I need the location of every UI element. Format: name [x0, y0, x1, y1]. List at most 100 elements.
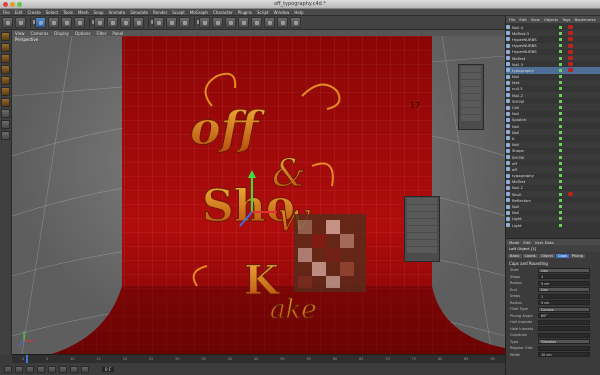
visible-check-icon[interactable] — [559, 149, 562, 153]
viewport-menu-panel[interactable]: Panel — [112, 31, 123, 36]
next-frame-icon[interactable] — [48, 365, 56, 373]
material-tag-icon[interactable] — [568, 43, 573, 48]
palette-item[interactable] — [407, 198, 437, 204]
live-selection-icon[interactable] — [35, 17, 46, 28]
visible-check-icon[interactable] — [559, 143, 562, 147]
viewport-menu-cameras[interactable]: Cameras — [31, 31, 49, 36]
menu-snap[interactable]: Snap — [93, 10, 103, 15]
workplane-icon[interactable] — [1, 120, 10, 129]
property-field[interactable]: 60° — [538, 313, 590, 319]
tab-object[interactable]: Object — [539, 253, 555, 258]
palette-item[interactable] — [461, 80, 481, 86]
visible-check-icon[interactable] — [559, 180, 562, 184]
material-tag-icon[interactable] — [568, 62, 573, 67]
visible-check-icon[interactable] — [559, 217, 562, 221]
menu-plugins[interactable]: Plugins — [238, 10, 252, 15]
camera-icon[interactable] — [277, 17, 288, 28]
menu-tools[interactable]: Tools — [63, 10, 73, 15]
cube-icon[interactable] — [199, 17, 210, 28]
play-icon[interactable] — [37, 365, 45, 373]
light-icon[interactable] — [290, 17, 301, 28]
palette-item[interactable] — [407, 233, 437, 239]
undo-icon[interactable] — [2, 17, 13, 28]
property-checkbox[interactable] — [538, 345, 590, 351]
visible-check-icon[interactable] — [559, 155, 562, 159]
visible-check-icon[interactable] — [559, 68, 562, 72]
om-menu-objects[interactable]: Objects — [544, 17, 558, 22]
property-field[interactable]: 5 cm — [538, 300, 590, 306]
visible-check-icon[interactable] — [559, 161, 562, 165]
menu-edit[interactable]: Edit — [15, 10, 23, 15]
previous-frame-icon[interactable] — [26, 365, 34, 373]
visible-check-icon[interactable] — [559, 192, 562, 196]
property-checkbox[interactable] — [538, 326, 590, 332]
y-axis-icon[interactable] — [107, 17, 118, 28]
menu-simulate[interactable]: Simulate — [130, 10, 148, 15]
points-mode-icon[interactable] — [1, 76, 10, 85]
render-settings-icon[interactable] — [179, 17, 190, 28]
property-field[interactable]: 1 — [538, 274, 590, 280]
next-keyframe-icon[interactable] — [59, 365, 67, 373]
visible-check-icon[interactable] — [559, 25, 562, 29]
palette-item[interactable] — [407, 219, 437, 225]
visible-check-icon[interactable] — [559, 124, 562, 128]
edges-mode-icon[interactable] — [1, 87, 10, 96]
attr-menu-edit[interactable]: Edit — [523, 240, 530, 245]
model-mode-icon[interactable] — [1, 43, 10, 52]
visible-check-icon[interactable] — [559, 112, 562, 116]
om-menu-tags[interactable]: Tags — [562, 17, 570, 22]
current-frame-field[interactable]: 0 F — [102, 366, 115, 372]
palette-item[interactable] — [461, 73, 481, 79]
visible-check-icon[interactable] — [559, 198, 562, 202]
attr-menu-user-data[interactable]: User Data — [535, 240, 554, 245]
visible-check-icon[interactable] — [559, 75, 562, 79]
property-dropdown[interactable]: Cap — [538, 267, 590, 273]
property-field[interactable]: 1 — [538, 293, 590, 299]
menu-mesh[interactable]: Mesh — [78, 10, 89, 15]
visible-check-icon[interactable] — [559, 186, 562, 190]
record-icon[interactable] — [81, 365, 89, 373]
tab-basic[interactable]: Basic — [508, 253, 522, 258]
property-checkbox[interactable] — [538, 332, 590, 338]
rotate-icon[interactable] — [74, 17, 85, 28]
render-view-icon[interactable] — [153, 17, 164, 28]
visible-check-icon[interactable] — [559, 106, 562, 110]
palette-item[interactable] — [461, 87, 481, 93]
pen-icon[interactable] — [212, 17, 223, 28]
om-menu-bookmarks[interactable]: Bookmarks — [575, 17, 596, 22]
menu-create[interactable]: Create — [27, 10, 40, 15]
property-dropdown[interactable]: Convex — [538, 306, 590, 312]
visible-check-icon[interactable] — [559, 87, 562, 91]
tab-phong[interactable]: Phong — [569, 253, 586, 258]
palette-item[interactable] — [461, 101, 481, 107]
visible-check-icon[interactable] — [559, 167, 562, 171]
move-icon[interactable] — [48, 17, 59, 28]
material-tag-icon[interactable] — [568, 49, 573, 54]
texture-mode-icon[interactable] — [1, 54, 10, 63]
visible-check-icon[interactable] — [559, 174, 562, 178]
visible-check-icon[interactable] — [559, 37, 562, 41]
menu-sculpt[interactable]: Sculpt — [172, 10, 185, 15]
render-picture-viewer-icon[interactable] — [166, 17, 177, 28]
om-menu-file[interactable]: File — [509, 17, 515, 22]
visible-check-icon[interactable] — [559, 99, 562, 103]
palette-item[interactable] — [461, 108, 481, 114]
menu-character[interactable]: Character — [213, 10, 233, 15]
pixelated-object[interactable] — [294, 214, 366, 292]
deformer-icon[interactable] — [251, 17, 262, 28]
om-menu-edit[interactable]: Edit — [519, 17, 526, 22]
property-field[interactable]: 5 cm — [538, 280, 590, 286]
visible-check-icon[interactable] — [559, 31, 562, 35]
property-dropdown[interactable]: Cap — [538, 287, 590, 293]
visible-check-icon[interactable] — [559, 50, 562, 54]
z-axis-icon[interactable] — [120, 17, 131, 28]
material-tag-icon[interactable] — [568, 192, 573, 197]
visible-check-icon[interactable] — [559, 136, 562, 140]
visible-check-icon[interactable] — [559, 81, 562, 85]
x-axis-icon[interactable] — [94, 17, 105, 28]
palette-item[interactable] — [407, 212, 437, 218]
snap-icon[interactable] — [1, 109, 10, 118]
make-editable-icon[interactable] — [1, 32, 10, 41]
axis-mode-icon[interactable] — [1, 65, 10, 74]
visible-check-icon[interactable] — [559, 205, 562, 209]
